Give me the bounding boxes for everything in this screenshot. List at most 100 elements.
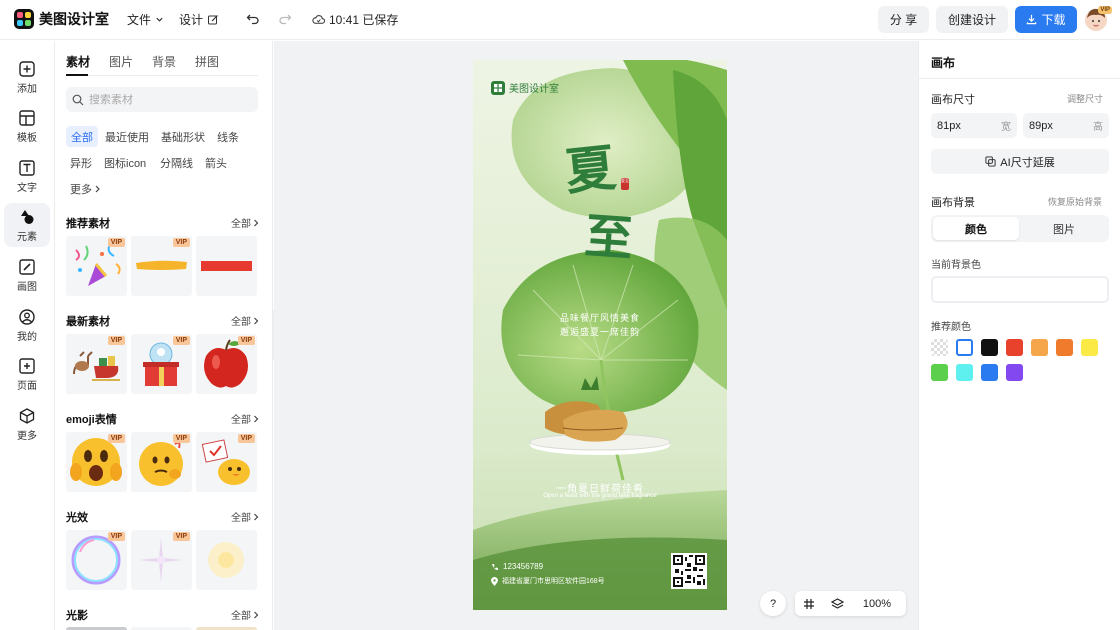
chip-lines[interactable]: 线条 [212, 126, 244, 147]
phone-icon [492, 563, 498, 570]
bg-tab-color[interactable]: 颜色 [933, 217, 1019, 240]
redo-icon[interactable] [278, 12, 292, 26]
swatch-white[interactable] [956, 339, 973, 356]
poster-phone[interactable]: 123456789 [491, 562, 543, 571]
avatar[interactable]: VIP [1084, 6, 1112, 32]
section-all-link[interactable]: 全部 [231, 509, 259, 524]
swatch-green[interactable] [931, 364, 948, 381]
asset-tile-apple[interactable]: VIP [196, 334, 257, 394]
height-field[interactable]: 89px 高 [1023, 113, 1109, 138]
poster-title-char-2[interactable]: 至 [583, 196, 636, 269]
tab-materials[interactable]: 素材 [66, 53, 90, 70]
rail-item-elements[interactable]: 元素 [4, 203, 50, 247]
poster-brand[interactable]: 美图设计室 [491, 80, 559, 95]
rail-label: 画图 [17, 281, 37, 293]
create-design-button[interactable]: 创建设计 [936, 6, 1008, 33]
rail-item-draw[interactable]: 画图 [4, 253, 50, 297]
search-box[interactable] [66, 87, 258, 112]
asset-tile-emoji-thinking[interactable]: VIP [131, 432, 192, 492]
cloud-icon [312, 15, 325, 24]
tab-collage[interactable]: 拼图 [195, 53, 219, 70]
swatch-blue[interactable] [981, 364, 998, 381]
top-bar: 美图设计室 文件 设计 10:41 已保存 分 享 创建设计 下载 VIP [0, 0, 1120, 40]
swatch-yellow[interactable] [1081, 339, 1098, 356]
text-icon [19, 159, 35, 176]
restore-bg-link[interactable]: 恢复原始背景 [1048, 195, 1102, 208]
asset-tile-emoji-chick[interactable]: VIP [196, 432, 257, 492]
poster-brand-text: 美图设计室 [509, 84, 559, 95]
swatch-light-orange[interactable] [1031, 339, 1048, 356]
swatch-orange[interactable] [1056, 339, 1073, 356]
save-status: 10:41 已保存 [312, 11, 398, 28]
width-field[interactable]: 81px 宽 [931, 113, 1017, 138]
poster-caption-en[interactable]: Open a feast with the grand lake fragran… [473, 493, 727, 499]
swatch-red[interactable] [1006, 339, 1023, 356]
rail-item-page[interactable]: 页面 [4, 352, 50, 396]
share-button[interactable]: 分 享 [878, 6, 929, 33]
current-bg-color[interactable] [931, 276, 1109, 303]
divider [919, 78, 1120, 79]
ai-extend-button[interactable]: AI尺寸延展 [931, 149, 1109, 174]
chip-basic-shapes[interactable]: 基础形状 [156, 126, 210, 147]
rail-label: 文字 [17, 182, 37, 194]
asset-tile-red-bar[interactable] [196, 236, 257, 296]
asset-tile-bubble[interactable]: VIP [66, 530, 127, 590]
poster-canvas[interactable]: 美图设计室 夏 至 夏至 品味餐厅风情美食 邂逅盛夏一席佳韵 一角夏日鲜荷佳肴 … [473, 60, 727, 610]
rail-item-template[interactable]: 模板 [4, 104, 50, 148]
rail-item-text[interactable]: 文字 [4, 154, 50, 198]
poster-line-2[interactable]: 邂逅盛夏一席佳韵 [473, 325, 727, 338]
asset-tile-emoji-shocked[interactable]: VIP [66, 432, 127, 492]
asset-tile-snowglobe[interactable]: VIP [131, 334, 192, 394]
rail-item-mine[interactable]: 我的 [4, 303, 50, 347]
rail-label: 添加 [17, 83, 37, 95]
section-title-recommended: 推荐素材 [66, 218, 110, 230]
file-menu[interactable]: 文件 [127, 11, 164, 28]
poster-address[interactable]: 福建省厦门市思明区软件园168号 [491, 576, 605, 586]
section-all-link[interactable]: 全部 [231, 607, 259, 622]
tab-backgrounds[interactable]: 背景 [152, 53, 176, 70]
asset-tile-confetti[interactable]: VIP [66, 236, 127, 296]
swatch-black[interactable] [981, 339, 998, 356]
template-icon [19, 109, 35, 126]
chip-icons[interactable]: 图标icon [99, 152, 151, 173]
canvas-size-label: 画布尺寸 [931, 94, 975, 106]
poster-line-1[interactable]: 品味餐厅风情美食 [473, 311, 727, 324]
tab-images[interactable]: 图片 [109, 53, 133, 70]
grid-toggle[interactable] [795, 598, 823, 610]
chip-irregular[interactable]: 异形 [65, 152, 97, 173]
undo-icon[interactable] [246, 12, 260, 26]
help-button[interactable]: ? [760, 591, 786, 616]
panel-title: 画布 [931, 56, 956, 70]
adjust-size-link[interactable]: 调整尺寸 [1067, 92, 1103, 105]
app-logo[interactable]: 美图设计室 [14, 9, 109, 29]
swatch-transparent[interactable] [931, 339, 948, 356]
rail-label: 元素 [17, 231, 37, 243]
vip-badge: VIP [237, 336, 255, 345]
design-menu[interactable]: 设计 [179, 11, 219, 28]
swatch-cyan[interactable] [956, 364, 973, 381]
section-all-link[interactable]: 全部 [231, 313, 259, 328]
asset-tile-brushstroke[interactable]: VIP [131, 236, 192, 296]
poster-seal: 夏至 [621, 178, 629, 190]
rail-item-add[interactable]: 添加 [4, 55, 50, 99]
qr-code[interactable] [671, 553, 707, 589]
download-button[interactable]: 下载 [1015, 6, 1077, 33]
bg-tab-image[interactable]: 图片 [1021, 217, 1107, 240]
chip-arrows[interactable]: 箭头 [200, 152, 232, 173]
poster-title-char-1[interactable]: 夏 [561, 128, 618, 205]
section-all-link[interactable]: 全部 [231, 411, 259, 426]
swatch-purple[interactable] [1006, 364, 1023, 381]
asset-tile-sleigh[interactable]: VIP [66, 334, 127, 394]
logo-icon [14, 9, 34, 29]
chip-recent[interactable]: 最近使用 [100, 126, 154, 147]
asset-tile-sparkle[interactable]: VIP [131, 530, 192, 590]
layers-toggle[interactable] [823, 597, 851, 610]
search-input[interactable] [89, 93, 249, 106]
chip-all[interactable]: 全部 [66, 126, 98, 147]
zoom-level[interactable]: 100% [851, 598, 903, 610]
rail-item-more[interactable]: 更多 [4, 402, 50, 446]
chip-dividers[interactable]: 分隔线 [155, 152, 198, 173]
asset-tile-glow[interactable] [196, 530, 257, 590]
chip-more[interactable]: 更多 [65, 178, 106, 199]
section-all-link[interactable]: 全部 [231, 215, 259, 230]
